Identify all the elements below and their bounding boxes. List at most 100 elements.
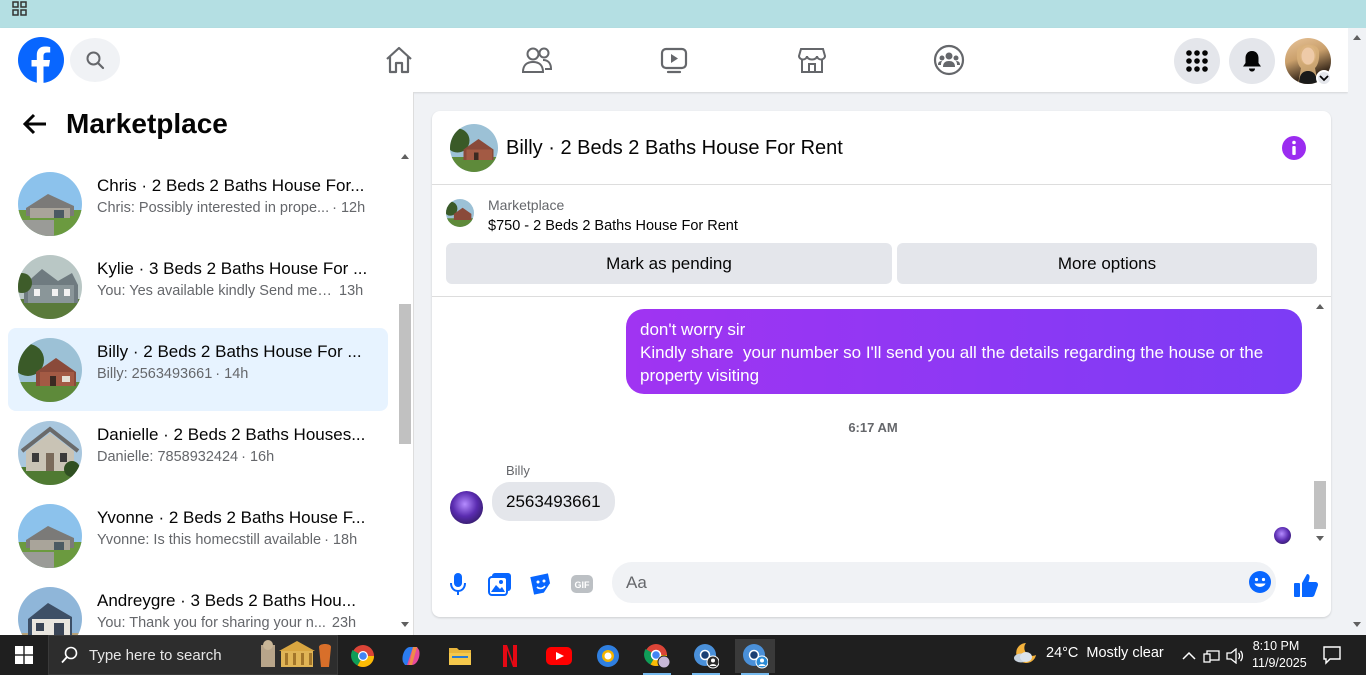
listing-thumbnail bbox=[18, 421, 82, 485]
thumbs-up-icon bbox=[1294, 574, 1319, 597]
conversation-list: Chris · 2 Beds 2 Baths House For... Chri… bbox=[8, 162, 388, 635]
account-dropdown-button[interactable] bbox=[1316, 70, 1332, 86]
watch-icon bbox=[660, 47, 688, 74]
conversation-item[interactable]: Yvonne · 2 Beds 2 Baths House F... Yvonn… bbox=[8, 494, 388, 577]
taskbar-search-placeholder: Type here to search bbox=[89, 647, 222, 664]
gif-button[interactable]: GIF bbox=[569, 571, 595, 597]
taskbar-file-explorer[interactable] bbox=[440, 639, 480, 673]
more-options-button[interactable]: More options bbox=[897, 243, 1317, 284]
back-button[interactable] bbox=[22, 106, 52, 142]
nav-marketplace-tab[interactable] bbox=[792, 40, 832, 80]
start-button[interactable] bbox=[0, 635, 48, 675]
taskbar-chrome-profile-1[interactable] bbox=[637, 639, 677, 675]
conversations-panel: Marketplace Chris · 2 Beds 2 Baths House… bbox=[0, 92, 414, 635]
chat-title[interactable]: Billy · 2 Beds 2 Baths House For Rent bbox=[506, 137, 843, 160]
nav-home-tab[interactable] bbox=[379, 40, 419, 80]
weather-widget[interactable]: 24°C Mostly clear bbox=[1012, 641, 1164, 665]
volume-control[interactable] bbox=[1226, 647, 1244, 665]
taskbar-netflix[interactable] bbox=[490, 639, 530, 673]
weather-temperature: 24°C bbox=[1046, 645, 1079, 661]
nav-watch-tab[interactable] bbox=[654, 40, 694, 80]
conversation-time: · 16h bbox=[241, 449, 275, 465]
message-input[interactable] bbox=[626, 562, 1226, 603]
message-timestamp: 6:17 AM bbox=[848, 420, 898, 435]
taskbar-copilot[interactable] bbox=[391, 639, 431, 673]
sticker-icon bbox=[530, 573, 551, 595]
taskbar-chrome-profile-3[interactable] bbox=[735, 639, 775, 675]
taskbar-chrome[interactable] bbox=[343, 639, 383, 673]
listing-thumbnail bbox=[18, 172, 82, 236]
incoming-message-bubble[interactable]: 2563493661 bbox=[492, 482, 615, 521]
conversation-title: Chris · 2 Beds 2 Baths House For... bbox=[97, 176, 365, 195]
listing-thumbnail bbox=[18, 338, 82, 402]
nav-groups-tab[interactable] bbox=[929, 40, 969, 80]
chat-listing-thumbnail[interactable] bbox=[450, 124, 498, 172]
attach-photo-button[interactable] bbox=[487, 571, 513, 597]
conversation-time: 13h bbox=[339, 283, 364, 299]
friends-icon bbox=[521, 47, 553, 73]
menu-button[interactable] bbox=[1174, 38, 1220, 84]
home-icon bbox=[386, 46, 412, 74]
conversation-time: 23h bbox=[331, 615, 357, 631]
conversation-item[interactable]: Chris · 2 Beds 2 Baths House For... Chri… bbox=[8, 162, 388, 245]
like-button[interactable] bbox=[1292, 571, 1320, 599]
notification-center-button[interactable] bbox=[1322, 645, 1342, 670]
show-hidden-icons-button[interactable] bbox=[1180, 647, 1198, 665]
conversation-item-active[interactable]: Billy · 2 Beds 2 Baths House For ... Bil… bbox=[8, 328, 388, 411]
conversation-title: Danielle · 2 Beds 2 Baths Houses... bbox=[97, 425, 366, 444]
conversation-item[interactable]: Danielle · 2 Beds 2 Baths Houses... Dani… bbox=[8, 411, 388, 494]
taskbar-youtube[interactable] bbox=[539, 639, 579, 673]
page-scrollbar[interactable] bbox=[1348, 28, 1366, 635]
chevron-up-icon bbox=[1182, 651, 1196, 660]
scrollbar-thumb[interactable] bbox=[1314, 481, 1326, 529]
notifications-button[interactable] bbox=[1229, 38, 1275, 84]
listing-source-label: Marketplace bbox=[488, 197, 565, 213]
search-highlight-icon bbox=[261, 640, 331, 667]
conversation-title: Andreygre · 3 Beds 2 Baths Hou... bbox=[97, 591, 356, 610]
chrome-profile-icon bbox=[644, 644, 670, 669]
search-button[interactable] bbox=[70, 38, 120, 82]
chat-header: Billy · 2 Beds 2 Baths House For Rent bbox=[432, 111, 1331, 185]
clock-date: 11/9/2025 bbox=[1252, 656, 1307, 670]
conversation-snippet: You: Yes available kindly Send me ... bbox=[97, 283, 333, 299]
mark-as-pending-button[interactable]: Mark as pending bbox=[446, 243, 892, 284]
system-clock[interactable]: 8:10 PM 11/9/2025 bbox=[1252, 638, 1307, 672]
message-scrollbar[interactable] bbox=[1312, 297, 1328, 547]
search-icon bbox=[86, 51, 105, 70]
scrollbar-thumb[interactable] bbox=[399, 304, 411, 444]
conversation-list-scrollbar[interactable] bbox=[398, 152, 412, 632]
conversation-snippet-row: Chris: Possibly interested in prope... · … bbox=[97, 200, 377, 216]
bell-icon bbox=[1243, 51, 1261, 72]
youtube-icon bbox=[546, 647, 572, 665]
taskbar-browser[interactable] bbox=[588, 639, 628, 673]
outgoing-message-bubble[interactable]: don't worry sir Kindly share your number… bbox=[626, 309, 1302, 394]
voice-clip-button[interactable] bbox=[445, 571, 471, 597]
emoji-icon[interactable] bbox=[1248, 570, 1272, 594]
conversation-item[interactable]: Kylie · 3 Beds 2 Baths House For ... You… bbox=[8, 245, 388, 328]
network-status[interactable] bbox=[1203, 647, 1221, 665]
message-line: property visiting bbox=[640, 366, 760, 385]
facebook-logo-icon[interactable] bbox=[18, 37, 64, 83]
taskbar-chrome-profile-2[interactable] bbox=[686, 639, 726, 675]
page-scroll-arrows bbox=[1353, 35, 1361, 627]
conversation-title: Yvonne · 2 Beds 2 Baths House F... bbox=[97, 508, 366, 527]
nav-friends-tab[interactable] bbox=[517, 40, 557, 80]
conversation-snippet: Chris: Possibly interested in prope... bbox=[97, 200, 330, 216]
top-navbar bbox=[0, 28, 1348, 92]
page-title: Marketplace bbox=[66, 108, 228, 139]
listing-banner: Marketplace $750 - 2 Beds 2 Baths House … bbox=[432, 185, 1331, 297]
listing-title-link[interactable]: $750 - 2 Beds 2 Baths House For Rent bbox=[488, 218, 738, 234]
taskbar-search-box[interactable]: Type here to search bbox=[48, 635, 338, 675]
conversation-item[interactable]: Andreygre · 3 Beds 2 Baths Hou... You: T… bbox=[8, 577, 388, 635]
sender-avatar[interactable] bbox=[450, 491, 483, 524]
gif-icon: GIF bbox=[571, 575, 593, 593]
chevron-down-icon bbox=[1319, 75, 1329, 82]
grid-icon[interactable] bbox=[12, 1, 28, 17]
listing-thumbnail-small[interactable] bbox=[446, 199, 474, 227]
info-icon[interactable] bbox=[1281, 135, 1307, 161]
svg-text:GIF: GIF bbox=[575, 580, 591, 590]
sticker-button[interactable] bbox=[528, 571, 554, 597]
microphone-icon bbox=[450, 573, 466, 595]
marketplace-icon bbox=[797, 48, 827, 73]
chrome-icon bbox=[351, 645, 374, 667]
